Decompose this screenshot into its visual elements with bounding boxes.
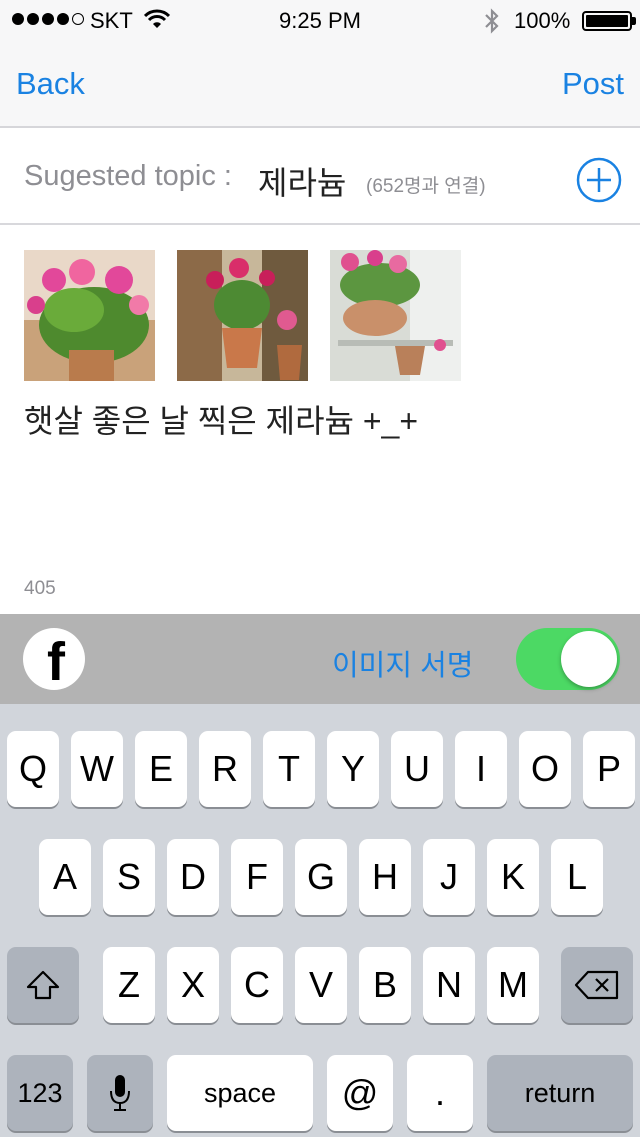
post-text-input[interactable]: 햇살 좋은 날 찍은 제라늄 +_+ [24, 396, 418, 442]
back-button[interactable]: Back [16, 66, 85, 102]
key-i[interactable]: I [455, 731, 507, 807]
key-h[interactable]: H [359, 839, 411, 915]
share-options-bar: f 이미지 서명 [0, 614, 640, 704]
suggested-topic-row: Sugested topic : 제라늄 (652명과 연결) [0, 130, 640, 225]
backspace-icon[interactable] [561, 947, 633, 1023]
attached-photo[interactable] [24, 250, 155, 381]
key-y[interactable]: Y [327, 731, 379, 807]
key-w[interactable]: W [71, 731, 123, 807]
key-l[interactable]: L [551, 839, 603, 915]
key-c[interactable]: C [231, 947, 283, 1023]
period-key[interactable]: . [407, 1055, 473, 1131]
key-p[interactable]: P [583, 731, 635, 807]
key-b[interactable]: B [359, 947, 411, 1023]
space-key[interactable]: space [167, 1055, 313, 1131]
photo-attachments [24, 250, 461, 381]
key-s[interactable]: S [103, 839, 155, 915]
key-x[interactable]: X [167, 947, 219, 1023]
bluetooth-icon [485, 8, 499, 34]
key-a[interactable]: A [39, 839, 91, 915]
key-u[interactable]: U [391, 731, 443, 807]
attached-photo[interactable] [177, 250, 308, 381]
key-g[interactable]: G [295, 839, 347, 915]
key-q[interactable]: Q [7, 731, 59, 807]
topic-connection-count: (652명과 연결) [366, 176, 486, 197]
topic-name[interactable]: 제라늄 [258, 158, 346, 204]
key-k[interactable]: K [487, 839, 539, 915]
navigation-bar: SKT 9:25 PM 100% Back Post [0, 0, 640, 128]
key-r[interactable]: R [199, 731, 251, 807]
key-d[interactable]: D [167, 839, 219, 915]
at-key[interactable]: @ [327, 1055, 393, 1131]
battery-percentage: 100% [514, 8, 571, 33]
key-z[interactable]: Z [103, 947, 155, 1023]
plus-circle-icon[interactable] [576, 157, 622, 203]
image-signature-toggle[interactable] [516, 628, 620, 690]
key-e[interactable]: E [135, 731, 187, 807]
key-n[interactable]: N [423, 947, 475, 1023]
numbers-key[interactable]: 123 [7, 1055, 73, 1131]
facebook-icon[interactable]: f [23, 628, 85, 690]
battery-icon [582, 11, 632, 31]
shift-icon[interactable] [7, 947, 79, 1023]
microphone-icon[interactable] [87, 1055, 153, 1131]
key-t[interactable]: T [263, 731, 315, 807]
status-bar: SKT 9:25 PM 100% [0, 0, 640, 40]
key-m[interactable]: M [487, 947, 539, 1023]
return-key[interactable]: return [487, 1055, 633, 1131]
attached-photo[interactable] [330, 250, 461, 381]
keyboard: Q W E R T Y U I O P A S D F G H J K L Z … [0, 704, 640, 1137]
battery-cap [632, 17, 636, 25]
image-signature-label: 이미지 서명 [332, 650, 474, 682]
key-f[interactable]: F [231, 839, 283, 915]
suggested-topic-label: Sugested topic : [24, 160, 232, 192]
post-button[interactable]: Post [562, 66, 624, 102]
key-v[interactable]: V [295, 947, 347, 1023]
key-j[interactable]: J [423, 839, 475, 915]
toggle-knob [561, 631, 617, 687]
character-count: 405 [24, 578, 56, 599]
key-o[interactable]: O [519, 731, 571, 807]
